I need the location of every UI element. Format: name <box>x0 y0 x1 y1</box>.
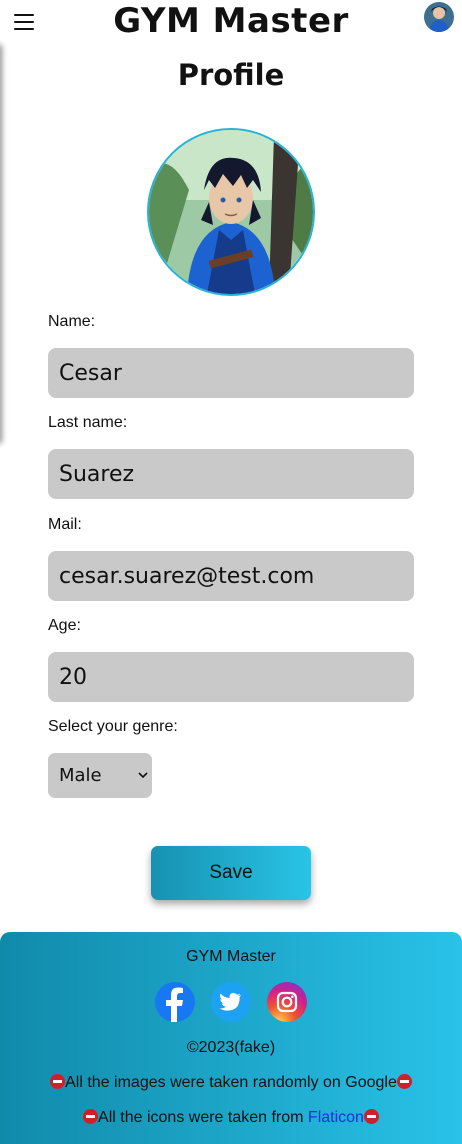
icons-note-text: All the icons were taken from <box>98 1109 308 1126</box>
profile-picture <box>147 128 315 296</box>
copyright-text: ©2023(fake) <box>186 1039 276 1056</box>
flaticon-link[interactable]: Flaticon <box>308 1109 364 1126</box>
footer-title: GYM Master <box>186 948 276 965</box>
genre-selected-value: Male <box>59 765 102 786</box>
images-note: All the images were taken randomly on Go… <box>0 1074 462 1092</box>
mail-label: Mail: <box>48 516 82 533</box>
images-note-text: All the images were taken randomly on Go… <box>65 1074 397 1091</box>
genre-select[interactable]: Male <box>48 753 152 798</box>
footer: GYM Master ©2023(fake) All the images we… <box>0 932 462 1144</box>
brand-title: GYM Master <box>113 1 349 41</box>
user-avatar-icon[interactable] <box>424 2 454 32</box>
instagram-icon[interactable] <box>267 982 307 1022</box>
chevron-down-icon <box>138 753 148 817</box>
page-title: Profile <box>177 58 285 92</box>
top-bar: GYM Master <box>0 0 462 44</box>
name-input[interactable] <box>48 348 414 398</box>
no-entry-icon <box>363 1109 379 1124</box>
last-name-input[interactable] <box>48 449 414 499</box>
last-name-label: Last name: <box>48 414 128 431</box>
no-entry-icon <box>50 1074 66 1089</box>
age-input[interactable] <box>48 652 414 702</box>
no-entry-icon <box>396 1074 412 1089</box>
age-label: Age: <box>48 617 81 634</box>
genre-label: Select your genre: <box>48 718 178 735</box>
no-entry-icon <box>83 1109 99 1124</box>
facebook-icon[interactable] <box>155 982 195 1022</box>
save-button[interactable]: Save <box>151 846 311 900</box>
name-label: Name: <box>48 313 96 330</box>
twitter-icon[interactable] <box>211 982 251 1022</box>
mail-input[interactable] <box>48 551 414 601</box>
icons-note: All the icons were taken from Flaticon <box>0 1109 462 1127</box>
